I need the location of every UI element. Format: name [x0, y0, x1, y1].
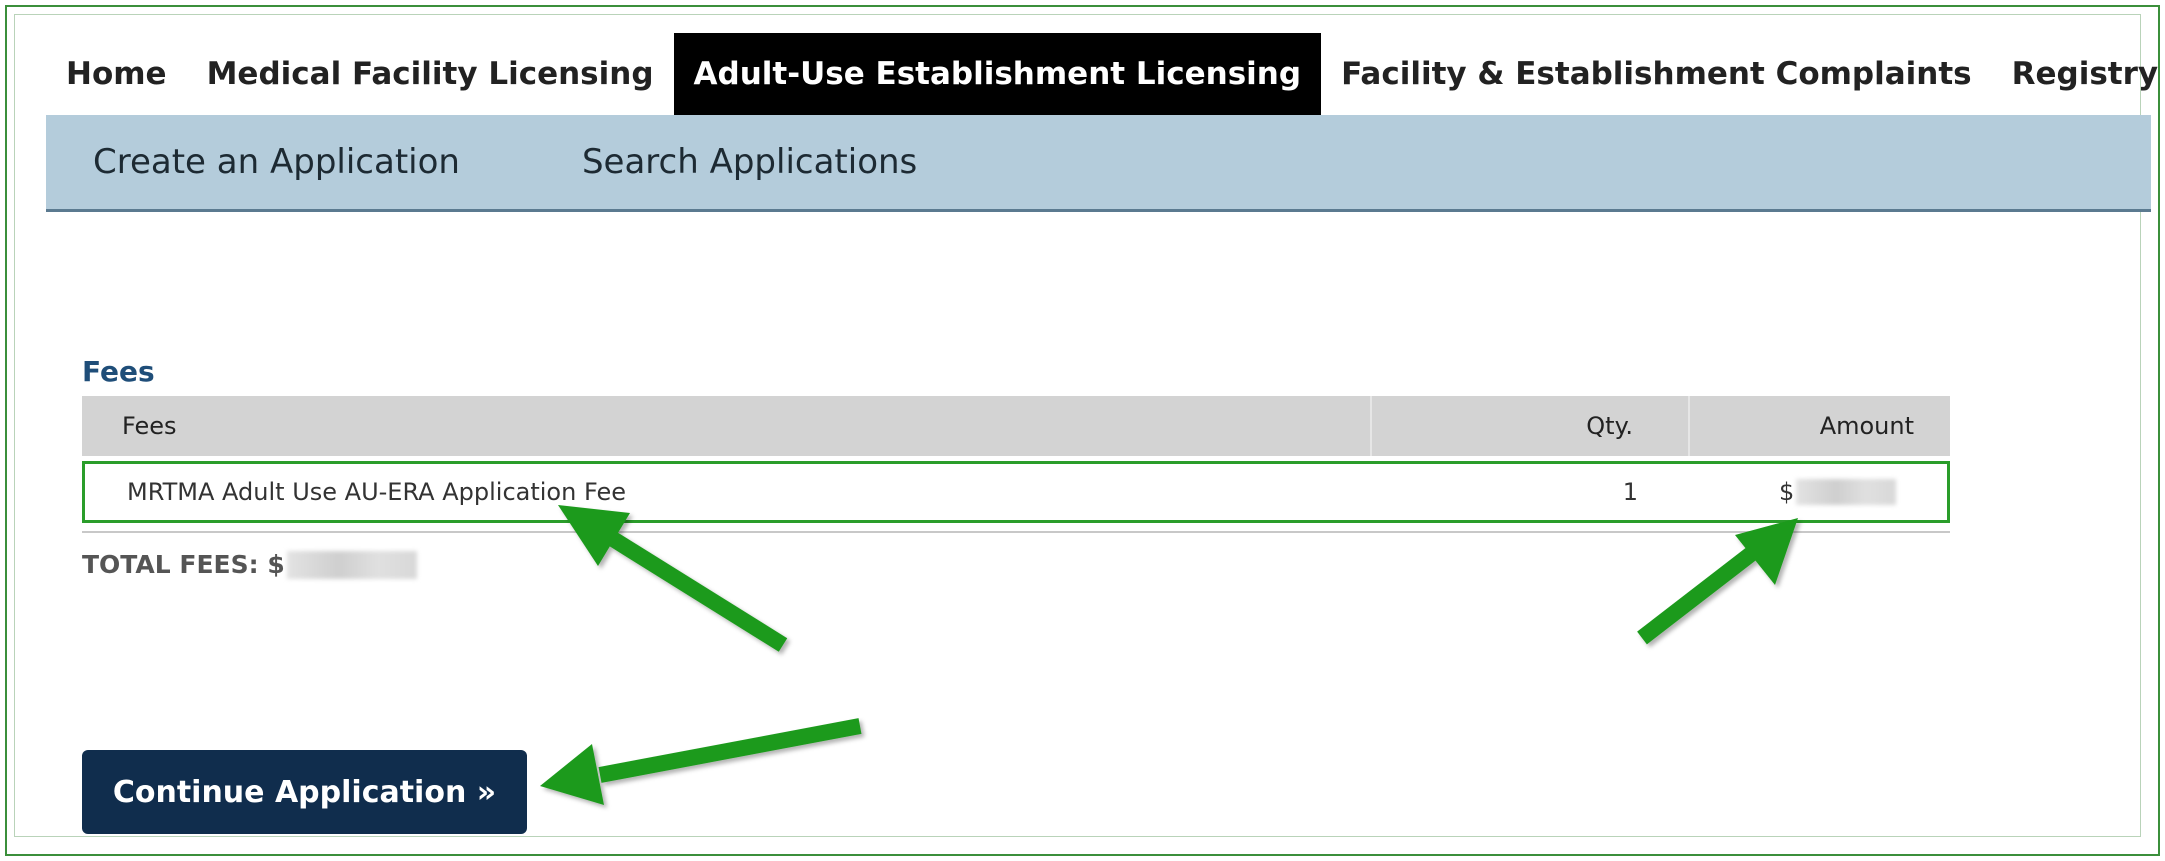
tab-facility-establishment-complaints[interactable]: Facility & Establishment Complaints — [1321, 33, 1992, 115]
table-row: MRTMA Adult Use AU-ERA Application Fee 1… — [82, 461, 1950, 523]
tab-medical-facility-licensing[interactable]: Medical Facility Licensing — [187, 33, 674, 115]
column-header-amount: Amount — [1819, 412, 1914, 440]
total-fees: TOTAL FEES: $ — [82, 550, 417, 579]
redacted-amount — [1796, 479, 1897, 505]
column-header-qty: Qty. — [1372, 396, 1690, 456]
fee-amount-currency: $ — [1779, 478, 1795, 506]
tab-registry-cards[interactable]: Registry Cards — [1992, 33, 2165, 115]
tab-home[interactable]: Home — [46, 33, 187, 115]
continue-application-button[interactable]: Continue Application » — [82, 750, 527, 834]
link-search-applications[interactable]: Search Applications — [582, 142, 917, 182]
column-header-fees: Fees — [82, 396, 1372, 456]
redacted-total — [286, 550, 417, 579]
link-create-application[interactable]: Create an Application — [93, 142, 460, 182]
fee-qty: 1 — [1622, 478, 1638, 506]
total-fees-label: TOTAL FEES: $ — [82, 550, 285, 579]
fees-section-title: Fees — [82, 355, 155, 388]
fees-table: Fees Qty. Amount MRTMA Adult Use AU-ERA … — [82, 396, 1950, 533]
top-navigation: Home Medical Facility Licensing Adult-Us… — [46, 33, 2165, 131]
fees-table-header: Fees Qty. Amount — [82, 396, 1950, 456]
fee-name: MRTMA Adult Use AU-ERA Application Fee — [127, 478, 626, 506]
sub-navigation: Create an Application Search Application… — [46, 115, 2151, 212]
tab-adult-use-establishment-licensing[interactable]: Adult-Use Establishment Licensing — [673, 33, 1322, 131]
divider — [82, 531, 1950, 533]
fee-amount: $ — [1693, 478, 1947, 506]
